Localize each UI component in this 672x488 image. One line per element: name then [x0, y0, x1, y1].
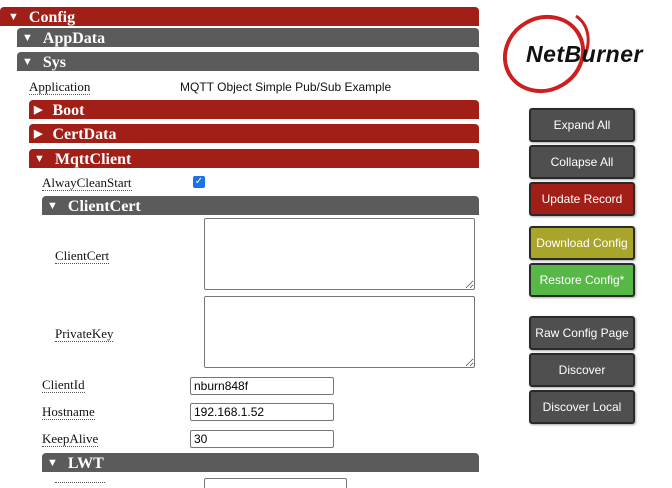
application-label: Application [29, 79, 91, 95]
triangle-right-icon: ▶ [34, 103, 43, 116]
section-config[interactable]: ▼ Config [0, 7, 479, 26]
download-config-button[interactable]: Download Config [529, 226, 635, 260]
section-config-label: Config [28, 8, 76, 26]
section-clientcert-label: ClientCert [67, 197, 141, 215]
hostname-input[interactable] [190, 403, 334, 421]
triangle-right-icon: ▶ [34, 127, 43, 140]
clientcert-label: ClientCert [55, 248, 110, 264]
section-sys-label: Sys [42, 53, 67, 71]
section-boot[interactable]: ▶ Boot [29, 100, 479, 119]
triangle-down-icon: ▼ [22, 55, 33, 68]
raw-config-page-button[interactable]: Raw Config Page [529, 316, 635, 350]
keepalive-input[interactable] [190, 430, 334, 448]
triangle-down-icon: ▼ [34, 152, 45, 165]
application-value: MQTT Object Simple Pub/Sub Example [180, 80, 392, 94]
section-mqttclient[interactable]: ▼ MqttClient [29, 149, 479, 168]
hostname-label: Hostname [42, 404, 95, 420]
clientid-input[interactable] [190, 377, 334, 395]
section-sys[interactable]: ▼ Sys [17, 52, 479, 71]
next-input-edge[interactable] [204, 478, 347, 488]
section-lwt[interactable]: ▼ LWT [42, 453, 479, 472]
section-boot-label: Boot [52, 101, 85, 119]
netburner-logo: NetBurner [492, 4, 672, 104]
collapse-all-button[interactable]: Collapse All [529, 145, 635, 179]
next-field-underline [55, 482, 105, 483]
section-mqttclient-label: MqttClient [54, 150, 132, 168]
triangle-down-icon: ▼ [47, 199, 58, 212]
triangle-down-icon: ▼ [22, 31, 33, 44]
section-appdata[interactable]: ▼ AppData [17, 28, 479, 47]
discover-button[interactable]: Discover [529, 353, 635, 387]
triangle-down-icon: ▼ [47, 456, 58, 469]
keepalive-label: KeepAlive [42, 431, 99, 447]
section-lwt-label: LWT [67, 454, 104, 472]
triangle-down-icon: ▼ [8, 10, 19, 23]
privatekey-label: PrivateKey [55, 326, 114, 342]
expand-all-button[interactable]: Expand All [529, 108, 635, 142]
alwaycleanstart-checkbox[interactable]: ✓ [193, 176, 205, 188]
restore-config-button[interactable]: Restore Config* [529, 263, 635, 297]
alwaycleanstart-label: AlwayCleanStart [42, 175, 132, 191]
netburner-logo-text: NetBurner [526, 41, 643, 67]
section-appdata-label: AppData [42, 29, 106, 47]
section-certdata-label: CertData [52, 125, 117, 143]
clientcert-textarea[interactable] [204, 218, 475, 290]
privatekey-textarea[interactable] [204, 296, 475, 368]
section-certdata[interactable]: ▶ CertData [29, 124, 479, 143]
clientid-label: ClientId [42, 377, 85, 393]
update-record-button[interactable]: Update Record [529, 182, 635, 216]
section-clientcert[interactable]: ▼ ClientCert [42, 196, 479, 215]
discover-local-button[interactable]: Discover Local [529, 390, 635, 424]
